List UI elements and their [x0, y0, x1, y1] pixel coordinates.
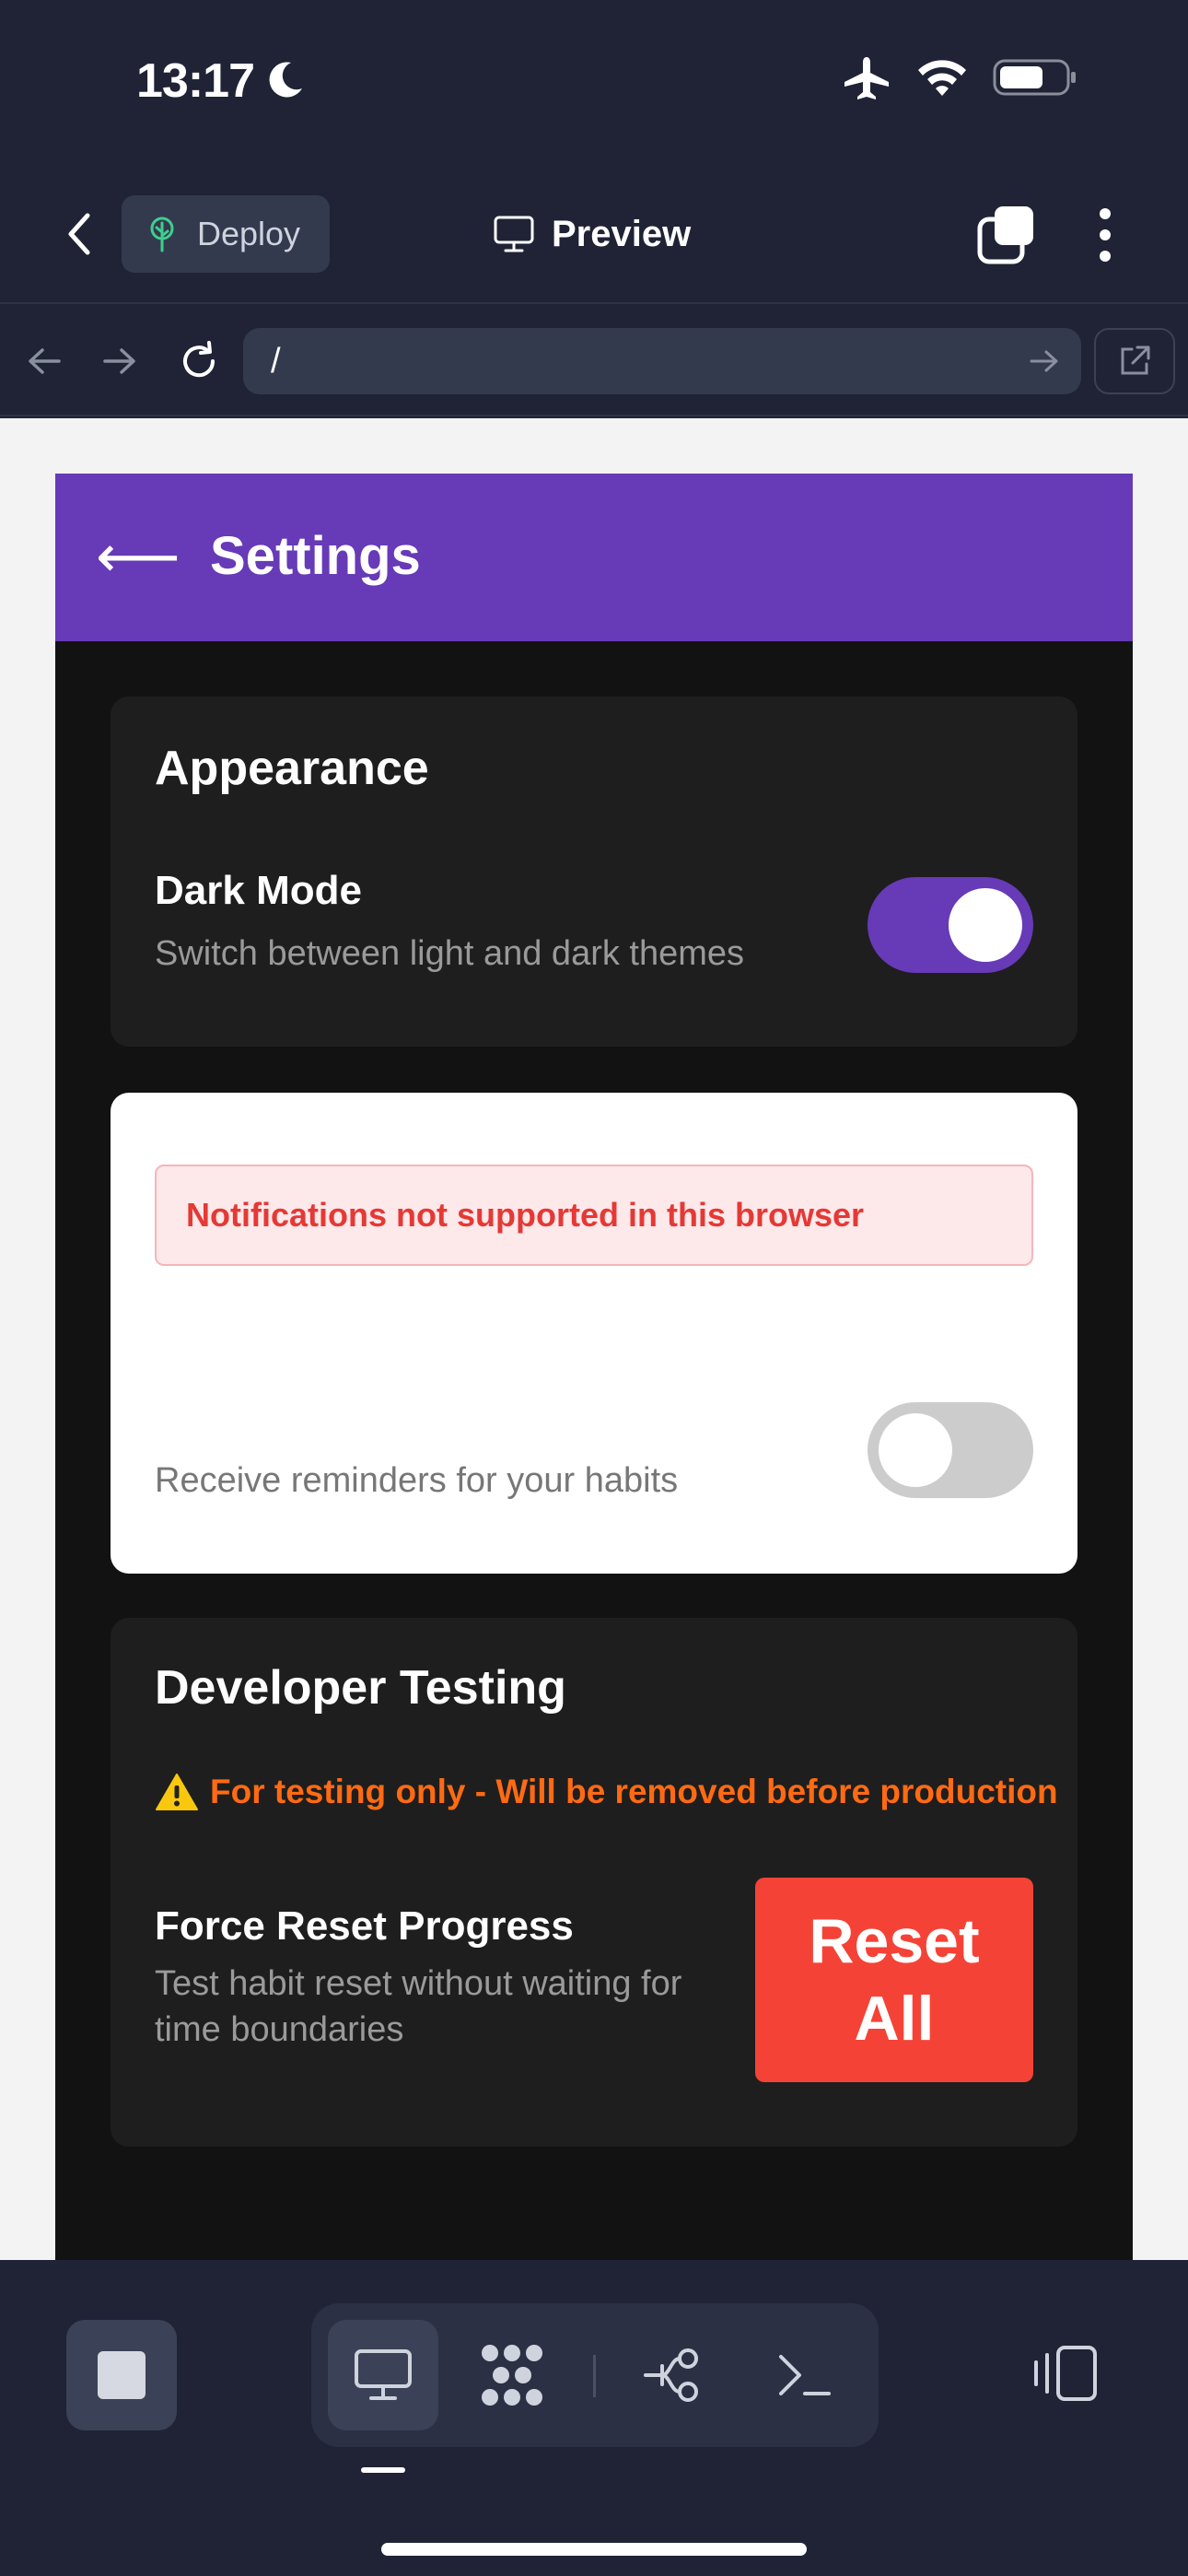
- dark-mode-description: Switch between light and dark themes: [155, 934, 745, 973]
- monitor-icon: [355, 2349, 412, 2400]
- external-link-icon: [1121, 345, 1150, 375]
- cluster-icon: [482, 2345, 542, 2406]
- notifications-error-banner: Notifications not supported in this brow…: [155, 1165, 1033, 1266]
- segment-divider: [593, 2355, 596, 2397]
- notifications-description: Receive reminders for your habits: [155, 1461, 679, 1500]
- stop-button[interactable]: [66, 2320, 177, 2430]
- reset-all-label: Reset All: [809, 1906, 980, 2054]
- agent-view-button[interactable]: [457, 2320, 567, 2430]
- browser-bar: /: [0, 306, 1188, 416]
- appearance-card: Appearance Dark Mode Switch between ligh…: [111, 697, 1077, 1047]
- preview-view-button[interactable]: [328, 2320, 438, 2430]
- stop-icon: [98, 2351, 146, 2399]
- tabs-icon[interactable]: [974, 203, 1039, 267]
- terminal-icon: [779, 2355, 831, 2395]
- developer-testing-title: Developer Testing: [155, 1661, 566, 1715]
- developer-warning: For testing only - Will be removed befor…: [155, 1773, 1058, 1811]
- developer-warning-text: For testing only - Will be removed befor…: [210, 1773, 1058, 1810]
- arrow-right-icon: [103, 348, 135, 374]
- notifications-toggle[interactable]: [868, 1402, 1033, 1498]
- url-field[interactable]: /: [243, 328, 1081, 394]
- reset-all-button[interactable]: Reset All: [755, 1878, 1033, 2082]
- header-back-arrow-icon[interactable]: ⟵: [96, 527, 181, 586]
- device-frame-icon: [1034, 2346, 1097, 2401]
- active-tab-indicator: [361, 2467, 405, 2473]
- settings-app: ⟵ Settings Appearance Dark Mode Switch b…: [55, 474, 1133, 2260]
- dark-mode-toggle[interactable]: [868, 877, 1033, 973]
- toggle-knob: [949, 888, 1022, 962]
- chevron-left-icon: [68, 213, 90, 255]
- git-branch-icon: [644, 2348, 698, 2402]
- warning-triangle-icon: [156, 1774, 198, 1810]
- page-title: Settings: [210, 526, 421, 586]
- preview-tab[interactable]: Preview: [493, 201, 691, 267]
- toggle-knob: [879, 1413, 952, 1487]
- status-time: 13:17: [136, 54, 255, 108]
- deploy-button[interactable]: Deploy: [122, 195, 330, 273]
- git-view-button[interactable]: [619, 2320, 729, 2430]
- reload-button[interactable]: [171, 334, 227, 389]
- more-vertical-icon[interactable]: [1077, 203, 1133, 267]
- airplane-icon: [844, 57, 889, 100]
- wifi-icon: [918, 60, 966, 96]
- battery-icon: [993, 59, 1076, 96]
- open-external-button[interactable]: [1094, 328, 1175, 394]
- browser-back-button[interactable]: [17, 334, 72, 389]
- device-toggle-button[interactable]: [1024, 2327, 1107, 2419]
- force-reset-label: Force Reset Progress: [155, 1903, 574, 1949]
- arrow-left-icon: [29, 348, 61, 374]
- moon-icon: [269, 62, 302, 98]
- view-switcher: [311, 2303, 879, 2447]
- monitor-icon: [494, 216, 534, 252]
- home-indicator: [381, 2543, 807, 2556]
- go-arrow-icon[interactable]: [1026, 343, 1063, 380]
- reload-icon: [183, 341, 215, 378]
- preview-label: Preview: [552, 213, 692, 254]
- status-icons: [842, 55, 1077, 100]
- back-button[interactable]: [52, 206, 107, 262]
- url-text: /: [271, 341, 281, 381]
- notifications-error-text: Notifications not supported in this brow…: [186, 1196, 865, 1234]
- deploy-label: Deploy: [197, 215, 301, 252]
- web-viewport: ⟵ Settings Appearance Dark Mode Switch b…: [0, 418, 1188, 2260]
- browser-forward-button[interactable]: [92, 334, 147, 389]
- app-header: ⟵ Settings: [55, 474, 1133, 641]
- bottom-dock: [0, 2261, 1188, 2576]
- terminal-view-button[interactable]: [750, 2320, 860, 2430]
- status-bar: 13:17: [0, 0, 1188, 166]
- app-toolbar: Deploy Preview: [0, 166, 1188, 304]
- dark-mode-label: Dark Mode: [155, 868, 362, 913]
- developer-testing-card: Developer Testing For testing only - Wil…: [111, 1618, 1077, 2147]
- appearance-title: Appearance: [155, 742, 429, 795]
- deploy-tree-icon: [150, 217, 174, 252]
- notifications-card: Notifications not supported in this brow…: [111, 1093, 1077, 1574]
- force-reset-description: Test habit reset without waiting for tim…: [155, 1964, 682, 2049]
